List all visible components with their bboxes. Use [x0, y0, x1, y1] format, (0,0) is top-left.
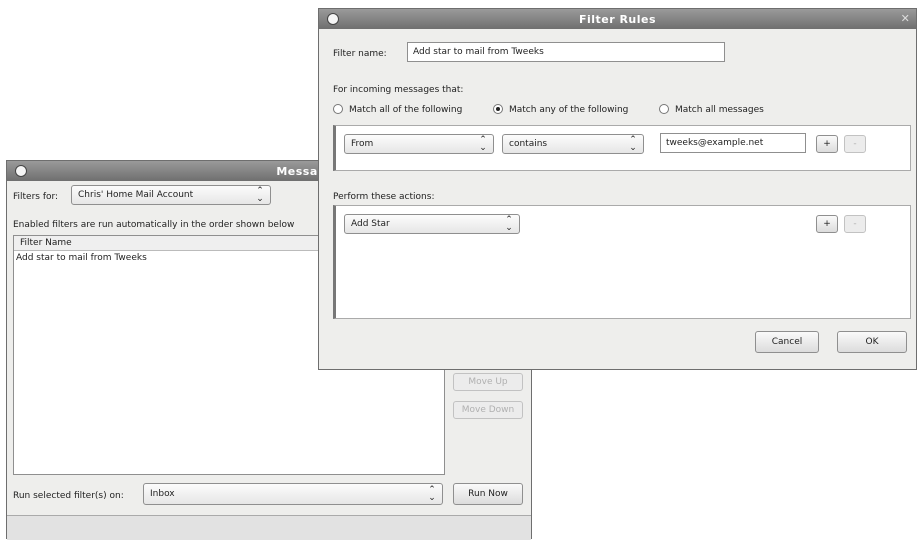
- filter-name-value: Add star to mail from Tweeks: [413, 47, 544, 57]
- match-all-messages-radio[interactable]: [659, 104, 669, 114]
- match-any-label: Match any of the following: [509, 105, 629, 115]
- action-select[interactable]: Add Star ⌃ ⌄: [344, 214, 520, 234]
- add-action-button[interactable]: +: [816, 215, 838, 233]
- match-any-radio[interactable]: [493, 104, 503, 114]
- chevron-updown-icon: ⌃ ⌄: [428, 485, 436, 503]
- run-selected-label: Run selected filter(s) on:: [13, 491, 124, 501]
- run-folder-value: Inbox: [150, 489, 175, 499]
- status-bar: [7, 515, 531, 540]
- move-down-button[interactable]: Move Down: [453, 401, 523, 419]
- ok-label: OK: [865, 337, 879, 347]
- filter-rules-title: Filter Rules: [578, 12, 657, 26]
- cancel-button[interactable]: Cancel: [755, 331, 819, 353]
- remove-action-button[interactable]: -: [844, 215, 866, 233]
- condition-field-select[interactable]: From ⌃ ⌄: [344, 134, 494, 154]
- action-value: Add Star: [351, 219, 390, 229]
- account-value: Chris' Home Mail Account: [78, 190, 194, 200]
- filter-rules-titlebar: Filter Rules ✕: [319, 9, 916, 29]
- filter-item-label: Add star to mail from Tweeks: [16, 253, 147, 263]
- ok-button[interactable]: OK: [837, 331, 907, 353]
- match-all-messages-label: Match all messages: [675, 105, 764, 115]
- remove-condition-button[interactable]: -: [844, 135, 866, 153]
- enabled-note: Enabled filters are run automatically in…: [13, 220, 295, 230]
- match-all-label: Match all of the following: [349, 105, 463, 115]
- actions-label: Perform these actions:: [333, 192, 435, 202]
- run-now-button[interactable]: Run Now: [453, 483, 523, 505]
- close-icon[interactable]: ✕: [899, 12, 912, 25]
- account-select[interactable]: Chris' Home Mail Account ⌃ ⌄: [71, 185, 271, 205]
- chevron-updown-icon: ⌃ ⌄: [505, 215, 513, 233]
- run-now-label: Run Now: [468, 489, 508, 499]
- actions-panel: Add Star ⌃ ⌄ + -: [333, 205, 911, 319]
- plus-icon: +: [823, 219, 831, 229]
- condition-operator-value: contains: [509, 139, 548, 149]
- chevron-updown-icon: ⌃ ⌄: [256, 186, 264, 204]
- condition-operator-select[interactable]: contains ⌃ ⌄: [502, 134, 644, 154]
- condition-field-value: From: [351, 139, 374, 149]
- condition-value-input[interactable]: tweeks@example.net: [660, 133, 806, 153]
- filter-name-input[interactable]: Add star to mail from Tweeks: [407, 42, 725, 62]
- plus-icon: +: [823, 139, 831, 149]
- match-all-radio[interactable]: [333, 104, 343, 114]
- app-icon: [327, 13, 339, 25]
- minus-icon: -: [853, 219, 857, 229]
- add-condition-button[interactable]: +: [816, 135, 838, 153]
- chevron-updown-icon: ⌃ ⌄: [629, 135, 637, 153]
- filters-for-label: Filters for:: [13, 192, 59, 202]
- conditions-panel: From ⌃ ⌄ contains ⌃ ⌄ tweeks@example.net +…: [333, 125, 911, 171]
- chevron-updown-icon: ⌃ ⌄: [479, 135, 487, 153]
- column-header-filter-name: Filter Name: [20, 238, 72, 248]
- minus-icon: -: [853, 139, 857, 149]
- move-up-label: Move Up: [468, 377, 508, 387]
- incoming-label: For incoming messages that:: [333, 85, 464, 95]
- app-icon: [15, 165, 27, 177]
- filter-name-label: Filter name:: [333, 49, 387, 59]
- filter-rules-dialog: Filter Rules ✕ Filter name: Add star to …: [318, 8, 917, 370]
- move-down-label: Move Down: [461, 405, 515, 415]
- condition-value: tweeks@example.net: [666, 138, 764, 148]
- move-up-button[interactable]: Move Up: [453, 373, 523, 391]
- run-folder-select[interactable]: Inbox ⌃ ⌄: [143, 483, 443, 505]
- cancel-label: Cancel: [771, 337, 803, 347]
